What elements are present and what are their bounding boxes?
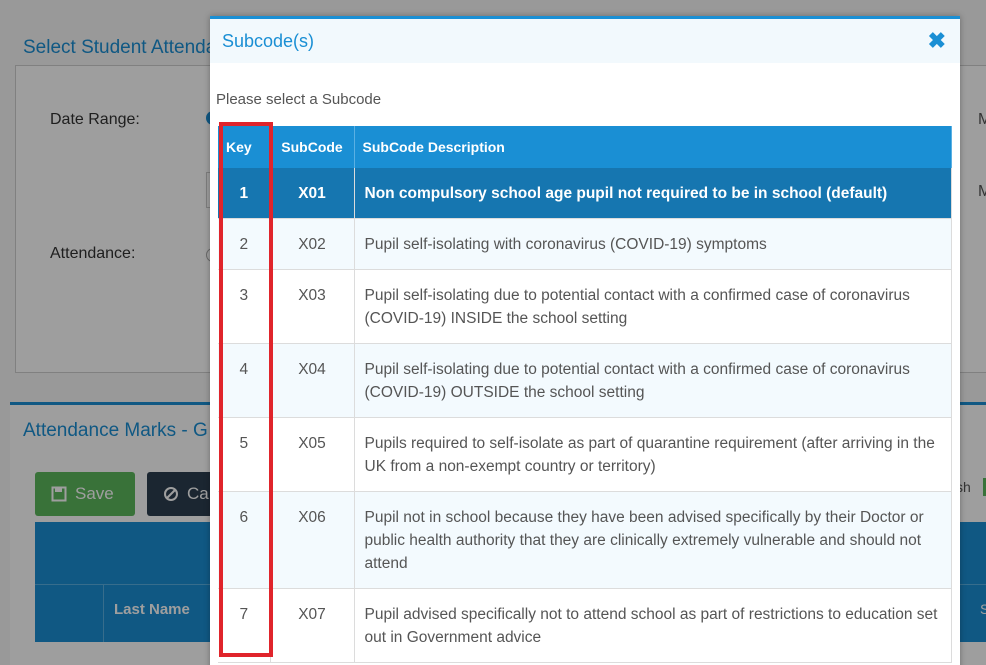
subcode-column-header: SubCode bbox=[270, 126, 355, 168]
subcode-cell: X06 bbox=[270, 491, 355, 589]
key-cell: 3 bbox=[218, 269, 271, 344]
description-cell: Pupil self-isolating due to potential co… bbox=[354, 343, 952, 418]
subcode-prompt: Please select a Subcode bbox=[216, 91, 382, 108]
subcode-row-x04[interactable]: 4 X04 Pupil self-isolating due to potent… bbox=[218, 343, 952, 418]
key-cell: 4 bbox=[218, 343, 271, 418]
close-icon[interactable]: ✖ bbox=[928, 30, 946, 52]
description-cell: Pupil not in school because they have be… bbox=[354, 491, 952, 589]
subcode-row-x05[interactable]: 5 X05 Pupils required to self-isolate as… bbox=[218, 417, 952, 492]
subcode-cell: X07 bbox=[270, 588, 355, 663]
subcode-cell: X02 bbox=[270, 218, 355, 270]
subcode-modal: Subcode(s) ✖ Please select a Subcode Key… bbox=[210, 16, 960, 665]
modal-header: Subcode(s) ✖ bbox=[210, 19, 960, 63]
subcode-cell: X01 bbox=[270, 168, 355, 219]
key-cell: 1 bbox=[218, 168, 271, 219]
subcode-row-x03[interactable]: 3 X03 Pupil self-isolating due to potent… bbox=[218, 269, 952, 344]
subcode-cell: X04 bbox=[270, 343, 355, 418]
subcode-cell: X05 bbox=[270, 417, 355, 492]
key-column-header: Key bbox=[218, 126, 271, 168]
description-cell: Non compulsory school age pupil not requ… bbox=[354, 168, 952, 219]
description-cell: Pupil advised specifically not to attend… bbox=[354, 588, 952, 663]
subcode-row-x02[interactable]: 2 X02 Pupil self-isolating with coronavi… bbox=[218, 218, 952, 270]
subcode-row-x01[interactable]: 1 X01 Non compulsory school age pupil no… bbox=[218, 168, 952, 219]
description-cell: Pupils required to self-isolate as part … bbox=[354, 417, 952, 492]
description-cell: Pupil self-isolating with coronavirus (C… bbox=[354, 218, 952, 270]
subcode-row-x07[interactable]: 7 X07 Pupil advised specifically not to … bbox=[218, 588, 952, 663]
description-column-header: SubCode Description bbox=[354, 126, 952, 168]
key-cell: 5 bbox=[218, 417, 271, 492]
subcode-table: Key SubCode SubCode Description 1 X01 No… bbox=[218, 126, 952, 663]
description-cell: Pupil self-isolating due to potential co… bbox=[354, 269, 952, 344]
subcode-cell: X03 bbox=[270, 269, 355, 344]
key-cell: 6 bbox=[218, 491, 271, 589]
subcode-row-x06[interactable]: 6 X06 Pupil not in school because they h… bbox=[218, 491, 952, 589]
key-cell: 7 bbox=[218, 588, 271, 663]
subcode-table-header: Key SubCode SubCode Description bbox=[218, 126, 952, 168]
modal-title: Subcode(s) bbox=[222, 30, 315, 51]
key-cell: 2 bbox=[218, 218, 271, 270]
